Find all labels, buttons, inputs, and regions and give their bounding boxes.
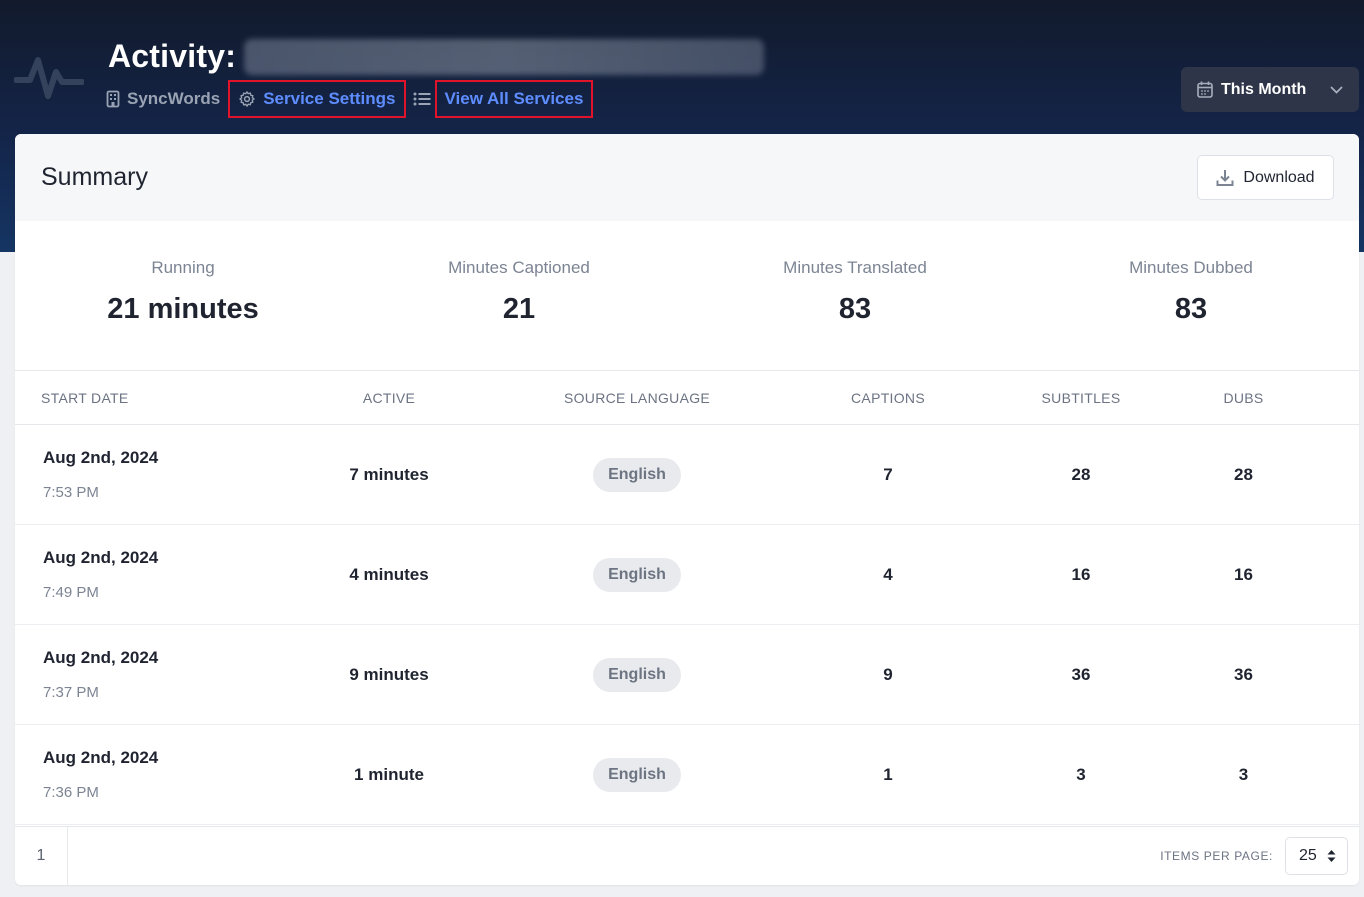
active-cell: 9 minutes — [349, 664, 429, 684]
table-row[interactable]: Aug 2nd, 2024 7:53 PM 7 minutes English … — [15, 425, 1359, 525]
download-icon — [1216, 169, 1234, 186]
table-row[interactable]: Aug 2nd, 2024 7:37 PM 9 minutes English … — [15, 625, 1359, 725]
summary-stats: Running 21 minutes Minutes Captioned 21 … — [15, 221, 1359, 371]
page-number-button[interactable]: 1 — [15, 826, 68, 885]
start-date-cell: Aug 2nd, 2024 7:49 PM — [15, 548, 273, 601]
org-name: SyncWords — [127, 89, 221, 108]
stat-label: Minutes Translated — [783, 258, 927, 277]
subtitles-cell: 28 — [1071, 464, 1091, 484]
captions-cell: 4 — [883, 564, 893, 584]
source-language-cell: English — [505, 457, 769, 492]
view-all-services-label: View All Services — [444, 89, 584, 108]
column-header-start-date[interactable]: START DATE — [15, 390, 273, 406]
stat-value: 83 — [1174, 293, 1208, 325]
column-header-subtitles[interactable]: SUBTITLES — [1007, 390, 1155, 406]
subtitles-cell: 36 — [1071, 664, 1091, 684]
table-row[interactable]: Aug 2nd, 2024 7:49 PM 4 minutes English … — [15, 525, 1359, 625]
column-header-source-language[interactable]: SOURCE LANGUAGE — [505, 390, 769, 406]
column-header-dubs[interactable]: DUBS — [1155, 390, 1332, 406]
start-date-cell: Aug 2nd, 2024 7:37 PM — [15, 648, 273, 701]
active-cell: 4 minutes — [349, 564, 429, 584]
items-per-page-label: ITEMS PER PAGE: — [1160, 849, 1273, 863]
org-label: SyncWords — [106, 89, 220, 109]
stat-minutes-captioned: Minutes Captioned 21 — [351, 221, 687, 370]
dubs-cell: 3 — [1238, 764, 1249, 784]
row-date: Aug 2nd, 2024 — [43, 448, 159, 467]
redacted-service-name — [244, 38, 765, 75]
date-range-label: This Month — [1221, 80, 1307, 98]
dubs-cell: 36 — [1234, 664, 1253, 684]
captions-cell: 7 — [883, 464, 893, 484]
row-date: Aug 2nd, 2024 — [43, 548, 159, 567]
summary-card: Summary Download Running 21 minutes Minu… — [15, 134, 1359, 885]
stat-minutes-translated: Minutes Translated 83 — [687, 221, 1023, 370]
activity-pulse-icon — [14, 57, 84, 99]
row-date: Aug 2nd, 2024 — [43, 748, 159, 767]
table-header: START DATE ACTIVE SOURCE LANGUAGE CAPTIO… — [15, 371, 1359, 425]
start-date-cell: Aug 2nd, 2024 7:53 PM — [15, 448, 273, 501]
row-time: 7:49 PM — [43, 584, 99, 601]
view-all-services-link[interactable]: View All Services — [434, 80, 594, 118]
list-icon — [413, 91, 431, 107]
stat-label: Minutes Dubbed — [1129, 258, 1253, 277]
language-badge: English — [593, 657, 681, 692]
summary-title: Summary — [41, 163, 148, 191]
source-language-cell: English — [505, 657, 769, 692]
table-footer: 1 ITEMS PER PAGE: 25 — [15, 826, 1359, 885]
calendar-icon — [1197, 81, 1213, 98]
subtitles-cell: 16 — [1071, 564, 1091, 584]
source-language-cell: English — [505, 757, 769, 792]
captions-cell: 1 — [883, 764, 893, 784]
row-date: Aug 2nd, 2024 — [43, 648, 159, 667]
dubs-cell: 28 — [1234, 464, 1253, 484]
header-subnav: SyncWords Service Settings View All Serv… — [106, 80, 594, 118]
active-cell: 1 minute — [354, 764, 424, 784]
title-row: Activity: — [108, 38, 765, 75]
stat-running: Running 21 minutes — [15, 221, 351, 370]
language-badge: English — [593, 757, 681, 792]
table-row[interactable]: Aug 2nd, 2024 7:36 PM 1 minute English 1… — [15, 725, 1359, 825]
stat-value: 21 minutes — [107, 293, 259, 325]
row-time: 7:36 PM — [43, 784, 99, 801]
active-cell: 7 minutes — [349, 464, 429, 484]
date-range-dropdown[interactable]: This Month — [1181, 67, 1359, 112]
row-time: 7:37 PM — [43, 684, 99, 701]
row-time: 7:53 PM — [43, 484, 99, 501]
dubs-cell: 16 — [1234, 564, 1253, 584]
captions-cell: 9 — [883, 664, 893, 684]
language-badge: English — [593, 457, 681, 492]
items-per-page-select[interactable]: 25 — [1285, 837, 1348, 875]
gear-icon — [239, 91, 255, 107]
stat-value: 21 — [502, 293, 536, 325]
column-header-active[interactable]: ACTIVE — [273, 390, 505, 406]
building-icon — [106, 90, 120, 108]
column-header-captions[interactable]: CAPTIONS — [769, 390, 1007, 406]
sort-arrows-icon — [1327, 850, 1336, 862]
stat-value: 83 — [838, 293, 872, 325]
service-settings-link[interactable]: Service Settings — [228, 80, 406, 118]
page-title: Activity: — [108, 38, 237, 74]
start-date-cell: Aug 2nd, 2024 7:36 PM — [15, 748, 273, 801]
summary-header: Summary Download — [15, 134, 1359, 221]
download-button[interactable]: Download — [1197, 155, 1334, 200]
items-per-page: ITEMS PER PAGE: 25 — [1160, 837, 1348, 875]
service-settings-label: Service Settings — [263, 89, 396, 108]
stat-minutes-dubbed: Minutes Dubbed 83 — [1023, 221, 1359, 370]
stat-label: Minutes Captioned — [448, 258, 590, 277]
download-label: Download — [1243, 168, 1315, 186]
language-badge: English — [593, 557, 681, 592]
subtitles-cell: 3 — [1076, 764, 1086, 784]
source-language-cell: English — [505, 557, 769, 592]
items-per-page-value: 25 — [1299, 847, 1317, 864]
chevron-down-icon — [1330, 86, 1343, 94]
stat-label: Running — [151, 258, 215, 277]
